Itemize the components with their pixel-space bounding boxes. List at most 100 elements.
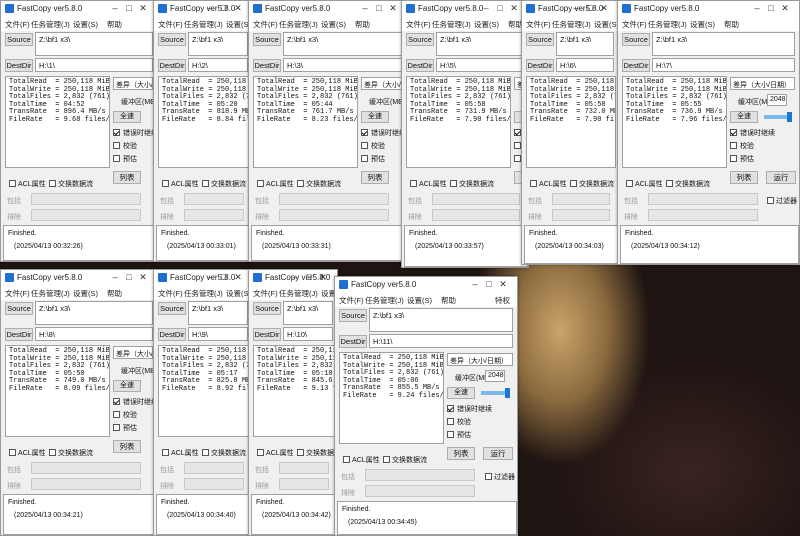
error-continue-checkbox[interactable] xyxy=(730,129,737,136)
exclude-filter-field[interactable] xyxy=(365,485,475,497)
menu-item[interactable]: 任务管理(J) xyxy=(31,19,70,30)
menu-item[interactable]: 设置(S) xyxy=(73,288,98,299)
error-continue-checkbox[interactable] xyxy=(113,129,120,136)
source-path-field[interactable]: Z:\bf1 x3\ xyxy=(35,32,153,56)
menu-item[interactable]: 任务管理(J) xyxy=(184,288,223,299)
copy-mode-dropdown[interactable]: 差异（大小/日期） xyxy=(730,77,795,90)
verify-checkbox[interactable] xyxy=(514,142,521,149)
minimize-icon[interactable]: – xyxy=(109,272,121,282)
destdir-path-field[interactable]: H:\3\ xyxy=(283,58,403,72)
include-filter-field[interactable] xyxy=(184,462,244,474)
altstream-checkbox[interactable] xyxy=(202,180,209,187)
estimate-checkbox[interactable] xyxy=(361,155,368,162)
destdir-button[interactable]: DestDir xyxy=(158,328,186,341)
menu-item[interactable]: 任务管理(J) xyxy=(279,19,318,30)
altstream-checkbox[interactable] xyxy=(570,180,577,187)
fastcopy-window[interactable]: FastCopy ver5.8.0–□✕文件(F)任务管理(J)设置(S)帮助S… xyxy=(153,269,253,536)
acl-checkbox[interactable] xyxy=(530,180,537,187)
menu-item[interactable]: 帮助 xyxy=(107,288,122,299)
maximize-icon[interactable]: □ xyxy=(765,3,777,13)
maximize-icon[interactable]: □ xyxy=(123,272,135,282)
copy-mode-dropdown[interactable]: 差异（大小/日期） xyxy=(113,77,153,90)
include-filter-field[interactable] xyxy=(432,193,520,205)
menu-item[interactable]: 文件(F) xyxy=(253,288,278,299)
exclude-filter-field[interactable] xyxy=(648,209,758,221)
destdir-button[interactable]: DestDir xyxy=(158,59,186,72)
menu-item[interactable]: 文件(F) xyxy=(622,19,647,30)
menu-item[interactable]: 文件(F) xyxy=(339,295,364,306)
menu-item[interactable]: 设置(S) xyxy=(407,295,432,306)
include-filter-field[interactable] xyxy=(552,193,610,205)
title-bar[interactable]: FastCopy ver5.8.0– □ ✕ xyxy=(249,1,407,17)
include-filter-field[interactable] xyxy=(31,462,141,474)
menu-item[interactable]: 特权 xyxy=(495,295,510,306)
speed-slider-knob[interactable] xyxy=(505,388,510,398)
maximize-icon[interactable]: □ xyxy=(483,279,495,289)
close-icon[interactable]: ✕ xyxy=(508,3,520,14)
fastcopy-window[interactable]: FastCopy ver5.8.0–□✕文件(F)任务管理(J)设置(S)帮助S… xyxy=(0,0,158,262)
list-button[interactable]: 列表 xyxy=(361,171,389,184)
destdir-path-field[interactable]: H:\5\ xyxy=(436,58,524,72)
source-path-field[interactable]: Z:\bf1 x3\ xyxy=(283,301,333,325)
menu-item[interactable]: 任务管理(J) xyxy=(184,19,223,30)
maximize-icon[interactable]: □ xyxy=(303,272,315,282)
minimize-icon[interactable]: – xyxy=(109,3,121,13)
speed-slider-knob[interactable] xyxy=(787,112,792,122)
close-icon[interactable]: ✕ xyxy=(387,3,399,14)
title-bar[interactable]: FastCopy ver5.8.0– □ ✕ xyxy=(249,270,337,286)
close-icon[interactable]: ✕ xyxy=(598,3,610,14)
verify-checkbox[interactable] xyxy=(730,142,737,149)
destdir-path-field[interactable]: H:\7\ xyxy=(652,58,795,72)
verify-checkbox[interactable] xyxy=(113,142,120,149)
title-bar[interactable]: FastCopy ver5.8.0– □ ✕ xyxy=(402,1,528,17)
altstream-checkbox[interactable] xyxy=(297,449,304,456)
estimate-checkbox[interactable] xyxy=(730,155,737,162)
error-continue-checkbox[interactable] xyxy=(361,129,368,136)
destdir-button[interactable]: DestDir xyxy=(253,59,281,72)
close-icon[interactable]: ✕ xyxy=(317,272,329,283)
list-button[interactable]: 列表 xyxy=(447,447,475,460)
destdir-path-field[interactable]: H:\8\ xyxy=(35,327,153,341)
fullspeed-button[interactable]: 全速 xyxy=(447,387,475,399)
menu-item[interactable]: 任务管理(J) xyxy=(31,288,70,299)
maximize-icon[interactable]: □ xyxy=(494,3,506,13)
destdir-button[interactable]: DestDir xyxy=(406,59,434,72)
maximize-icon[interactable]: □ xyxy=(373,3,385,13)
source-button[interactable]: Source xyxy=(526,33,554,46)
include-filter-field[interactable] xyxy=(279,462,329,474)
acl-checkbox[interactable] xyxy=(257,449,264,456)
minimize-icon[interactable]: – xyxy=(570,3,582,13)
minimize-icon[interactable]: – xyxy=(204,272,216,282)
maximize-icon[interactable]: □ xyxy=(218,272,230,282)
title-bar[interactable]: FastCopy ver5.8.0– □ ✕ xyxy=(335,277,517,293)
acl-checkbox[interactable] xyxy=(410,180,417,187)
menu-item[interactable]: 文件(F) xyxy=(406,19,431,30)
fastcopy-window[interactable]: FastCopy ver5.8.0–□✕文件(F)任务管理(J)设置(S)帮助S… xyxy=(248,0,408,262)
exclude-filter-field[interactable] xyxy=(279,478,329,490)
destdir-path-field[interactable]: H:\1\ xyxy=(35,58,153,72)
destdir-path-field[interactable]: H:\6\ xyxy=(556,58,614,72)
acl-checkbox[interactable] xyxy=(343,456,350,463)
source-path-field[interactable]: Z:\bf1 x3\ xyxy=(556,32,614,56)
filter-checkbox[interactable] xyxy=(767,197,774,204)
filter-checkbox[interactable] xyxy=(485,473,492,480)
exclude-filter-field[interactable] xyxy=(184,478,244,490)
source-path-field[interactable]: Z:\bf1 x3\ xyxy=(369,308,513,332)
error-continue-checkbox[interactable] xyxy=(514,129,521,136)
altstream-checkbox[interactable] xyxy=(49,180,56,187)
source-button[interactable]: Source xyxy=(5,302,33,315)
menu-item[interactable]: 文件(F) xyxy=(526,19,551,30)
source-button[interactable]: Source xyxy=(158,33,186,46)
close-icon[interactable]: ✕ xyxy=(779,3,791,14)
destdir-button[interactable]: DestDir xyxy=(622,59,650,72)
destdir-path-field[interactable]: H:\11\ xyxy=(369,334,513,348)
menu-item[interactable]: 帮助 xyxy=(724,19,739,30)
close-icon[interactable]: ✕ xyxy=(497,279,509,290)
menu-item[interactable]: 设置(S) xyxy=(321,19,346,30)
include-filter-field[interactable] xyxy=(648,193,758,205)
source-button[interactable]: Source xyxy=(622,33,650,46)
copy-mode-dropdown[interactable]: 差异（大小/日期） xyxy=(447,353,513,366)
acl-checkbox[interactable] xyxy=(162,449,169,456)
menu-item[interactable]: 设置(S) xyxy=(690,19,715,30)
fullspeed-button[interactable]: 全速 xyxy=(361,111,389,123)
